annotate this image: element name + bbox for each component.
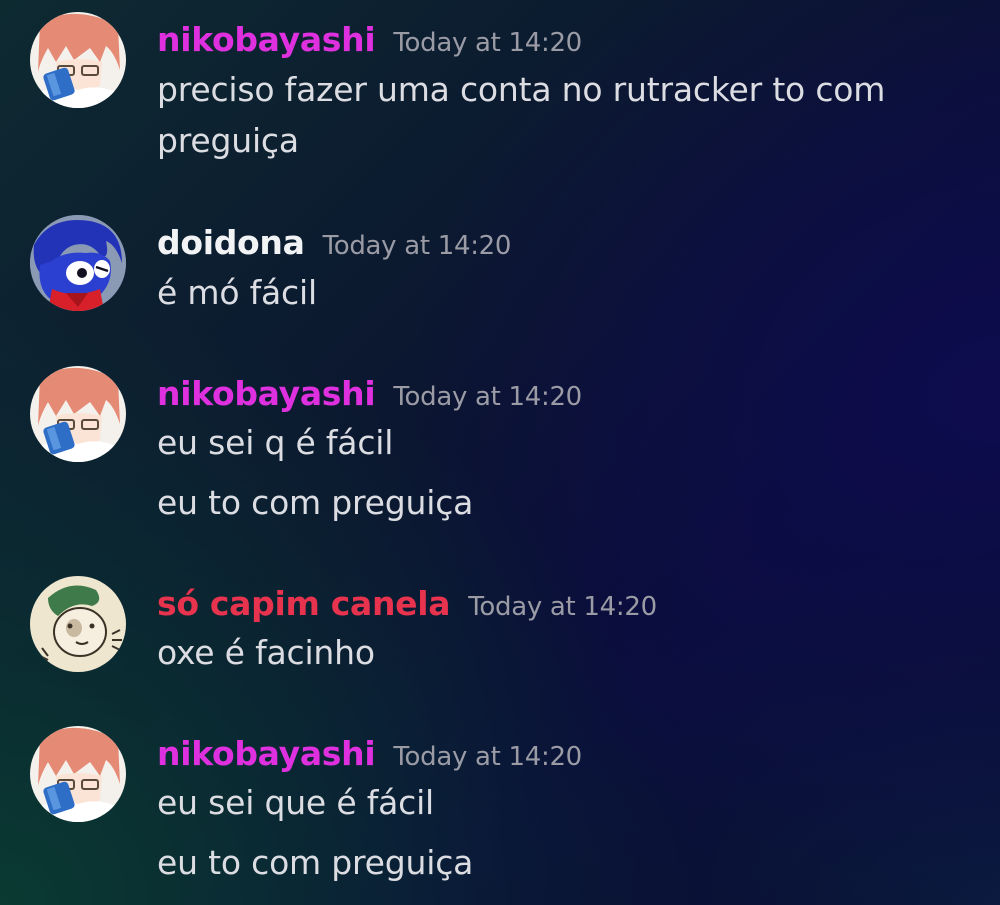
user-avatar[interactable] <box>30 576 126 672</box>
timestamp: Today at 14:20 <box>393 28 582 58</box>
user-avatar[interactable] <box>30 366 126 462</box>
user-avatar[interactable] <box>30 215 126 311</box>
avatar-image-icon <box>30 576 126 672</box>
username[interactable]: nikobayashi <box>157 734 376 773</box>
timestamp: Today at 14:20 <box>322 231 512 261</box>
message-text: eu to com preguiça <box>157 843 474 882</box>
avatar-image-icon <box>30 366 126 462</box>
username[interactable]: nikobayashi <box>157 374 376 413</box>
message-text: eu to com preguiça <box>157 483 474 522</box>
avatar-image-icon <box>30 12 126 108</box>
username[interactable]: nikobayashi <box>157 20 376 59</box>
message-text: eu sei q é fácil <box>157 423 394 462</box>
user-avatar[interactable] <box>30 12 126 108</box>
message-text: preguiça <box>157 121 299 160</box>
timestamp: Today at 14:20 <box>393 382 582 412</box>
message-text: preciso fazer uma conta no rutracker to … <box>157 70 886 109</box>
timestamp: Today at 14:20 <box>393 742 582 772</box>
message-text: é mó fácil <box>157 273 317 312</box>
avatar-image-icon <box>30 215 126 311</box>
timestamp: Today at 14:20 <box>468 592 657 622</box>
message-text: oxe é facinho <box>157 633 375 672</box>
username[interactable]: doidona <box>157 223 305 262</box>
avatar-image-icon <box>30 726 126 822</box>
message-text: eu sei que é fácil <box>157 783 435 822</box>
username[interactable]: só capim canela <box>157 584 451 623</box>
user-avatar[interactable] <box>30 726 126 822</box>
